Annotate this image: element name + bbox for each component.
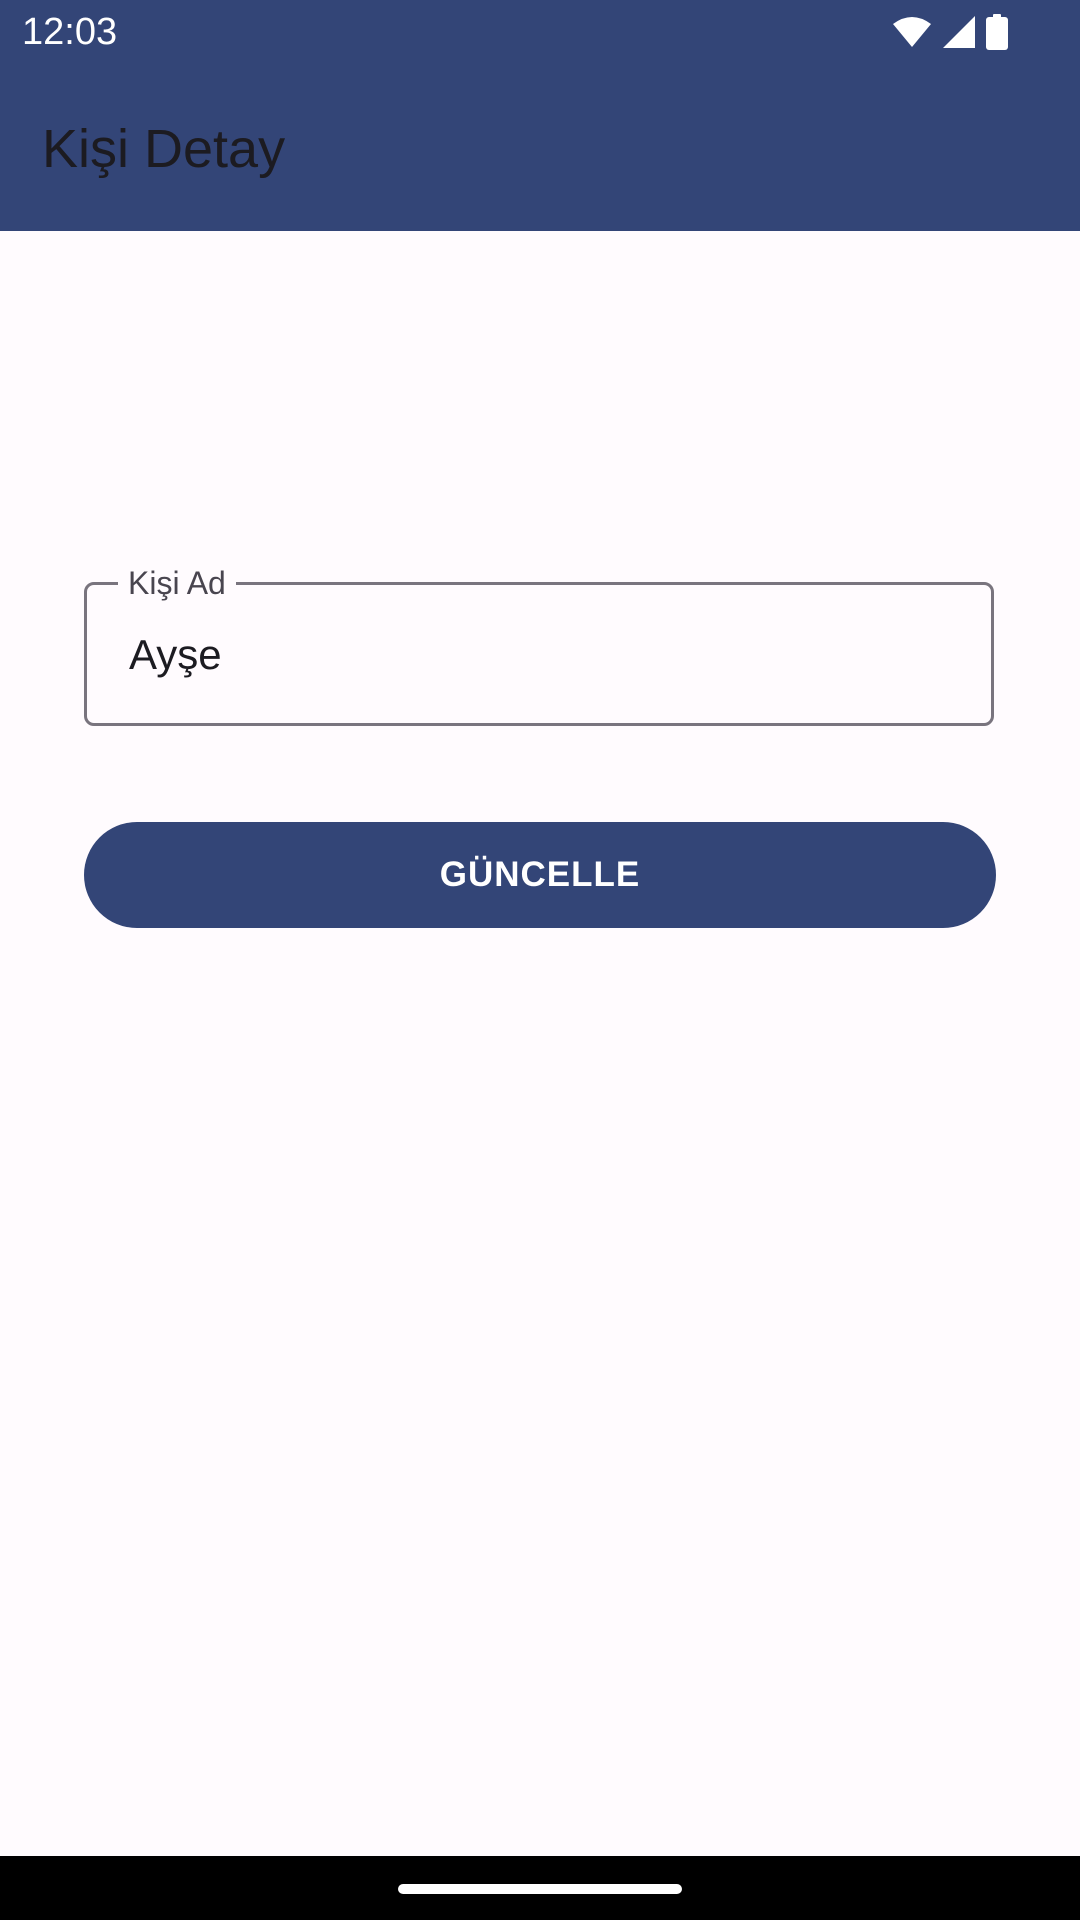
- status-icons: [892, 14, 1008, 50]
- name-field[interactable]: [84, 582, 994, 726]
- status-bar: 12:03: [0, 0, 1080, 64]
- name-field-label: Kişi Ad: [118, 563, 236, 603]
- app-bar: Kişi Detay: [0, 64, 1080, 231]
- page-title: Kişi Detay: [42, 119, 286, 179]
- cellular-signal-icon: [942, 15, 976, 49]
- name-input[interactable]: [129, 629, 949, 681]
- home-gesture-handle[interactable]: [398, 1884, 682, 1894]
- update-button[interactable]: GÜNCELLE: [84, 822, 996, 928]
- wifi-icon: [892, 16, 932, 48]
- navigation-bar: [0, 1856, 1080, 1920]
- status-time: 12:03: [22, 11, 118, 53]
- battery-icon: [986, 14, 1008, 50]
